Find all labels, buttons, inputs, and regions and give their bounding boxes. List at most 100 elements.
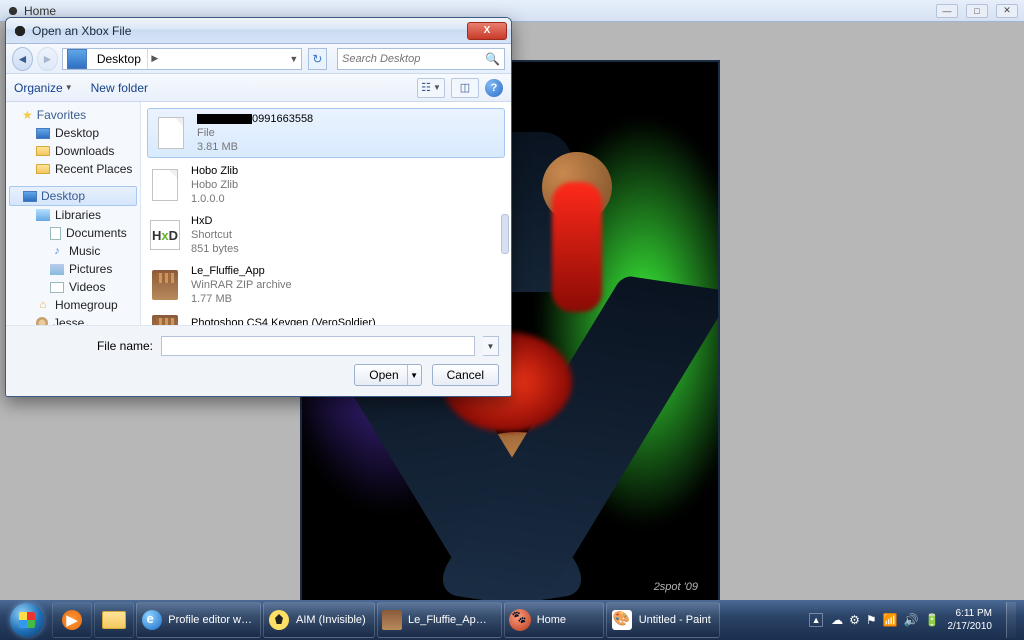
tray-network-icon[interactable]: 📶 <box>883 613 898 627</box>
folder-icon <box>36 164 50 174</box>
file-item[interactable]: 0991663558 File 3.81 MB <box>147 108 505 158</box>
document-icon <box>50 227 61 240</box>
file-type: WinRAR ZIP archive <box>191 278 292 292</box>
nav-back-button[interactable]: ◄ <box>12 47 33 71</box>
tray-flag-icon[interactable]: ⚑ <box>866 613 877 627</box>
taskbar-label: Home <box>537 614 566 626</box>
taskbar-item[interactable]: Home <box>504 602 604 638</box>
paw-app-icon <box>509 609 531 631</box>
scrollbar[interactable] <box>501 214 509 254</box>
sidebar-item-videos[interactable]: Videos <box>6 278 140 296</box>
search-input[interactable] <box>342 53 485 65</box>
pinned-wmp[interactable]: ▶ <box>52 602 92 638</box>
new-folder-button[interactable]: New folder <box>91 81 148 95</box>
sidebar-item-homegroup[interactable]: ⌂Homegroup <box>6 296 140 314</box>
taskbar-item[interactable]: Untitled - Paint <box>606 602 720 638</box>
organize-menu[interactable]: Organize ▼ <box>14 81 73 95</box>
parent-app-icon <box>6 4 20 18</box>
breadcrumb[interactable]: Desktop ▶ ▼ <box>62 48 302 70</box>
breadcrumb-dropdown-icon[interactable]: ▼ <box>287 54 301 64</box>
tray-overflow-button[interactable]: ▲ <box>809 613 823 627</box>
desktop-icon <box>67 49 87 69</box>
nav-forward-button[interactable]: ► <box>37 47 58 71</box>
sidebar-item-desktop-root[interactable]: Desktop <box>9 186 137 206</box>
system-tray: ▲ ☁ ⚙ ⚑ 📶 🔊 🔋 6:11 PM 2/17/2010 <box>809 602 1020 638</box>
taskbar-item[interactable]: Profile editor wil... <box>136 602 261 638</box>
taskbar-label: Profile editor wil... <box>168 614 252 626</box>
parent-close-button[interactable]: ✕ <box>996 4 1018 18</box>
file-size: 3.81 MB <box>197 140 313 154</box>
rar-icon <box>152 315 178 325</box>
tray-icon[interactable]: ☁ <box>831 613 843 627</box>
refresh-button[interactable]: ↻ <box>308 48 327 70</box>
dialog-paw-icon <box>12 23 28 39</box>
artwork-signature: 2spot '09 <box>654 581 698 593</box>
homegroup-icon: ⌂ <box>36 298 50 312</box>
parent-minimize-button[interactable]: — <box>936 4 958 18</box>
sidebar-item-desktop[interactable]: Desktop <box>6 124 140 142</box>
pinned-explorer[interactable] <box>94 602 134 638</box>
user-icon <box>36 317 48 325</box>
cancel-button[interactable]: Cancel <box>432 364 499 386</box>
navigation-sidebar: ★Favorites Desktop Downloads Recent Plac… <box>6 102 141 325</box>
sidebar-item-libraries[interactable]: Libraries <box>6 206 140 224</box>
star-icon: ★ <box>22 108 33 122</box>
caret-down-icon: ▼ <box>65 83 73 92</box>
sidebar-item-recent-places[interactable]: Recent Places <box>6 160 140 178</box>
open-dropdown-icon[interactable]: ▼ <box>407 365 421 385</box>
taskbar-item[interactable]: Le_Fluffie_App.z... <box>377 602 502 638</box>
rar-icon <box>152 270 178 300</box>
breadcrumb-arrow-icon[interactable]: ▶ <box>148 53 162 64</box>
search-box[interactable]: 🔍 <box>337 48 505 70</box>
start-button[interactable] <box>4 602 50 638</box>
view-mode-button[interactable]: ☷▼ <box>417 78 445 98</box>
show-desktop-button[interactable] <box>1006 602 1016 638</box>
taskbar-item[interactable]: AIM (Invisible) <box>263 602 375 638</box>
file-item[interactable]: HxD HxD Shortcut 851 bytes <box>141 210 511 260</box>
videos-icon <box>50 282 64 293</box>
file-item[interactable]: Hobo Zlib Hobo Zlib 1.0.0.0 <box>141 160 511 210</box>
file-size: 1.0.0.0 <box>191 192 238 206</box>
sidebar-item-documents[interactable]: Documents <box>6 224 140 242</box>
filename-input[interactable] <box>161 336 475 356</box>
dialog-close-button[interactable]: X <box>467 22 507 40</box>
media-player-icon: ▶ <box>62 610 82 630</box>
filename-dropdown-icon[interactable]: ▼ <box>483 336 499 356</box>
file-type: File <box>197 126 313 140</box>
pictures-icon <box>50 264 64 275</box>
taskbar-label: Untitled - Paint <box>639 614 711 626</box>
file-name: Hobo Zlib <box>191 164 238 178</box>
paint-icon <box>612 610 632 630</box>
help-button[interactable]: ? <box>485 79 503 97</box>
file-name: HxD <box>191 214 239 228</box>
dialog-title: Open an Xbox File <box>32 24 131 38</box>
parent-maximize-button[interactable]: □ <box>966 4 988 18</box>
file-item[interactable]: Photoshop CS4 Keygen (VeroSoldier) WinRA… <box>141 310 511 325</box>
open-button[interactable]: Open ▼ <box>354 364 421 386</box>
sidebar-item-music[interactable]: ♪Music <box>6 242 140 260</box>
file-size: 851 bytes <box>191 242 239 256</box>
file-icon <box>152 169 178 201</box>
search-icon[interactable]: 🔍 <box>485 52 500 66</box>
tray-battery-icon[interactable]: 🔋 <box>925 613 940 627</box>
file-list[interactable]: 0991663558 File 3.81 MB Hobo Zlib Hobo Z… <box>141 102 511 325</box>
tray-icons[interactable]: ☁ ⚙ ⚑ 📶 🔊 🔋 <box>831 613 939 627</box>
sidebar-item-pictures[interactable]: Pictures <box>6 260 140 278</box>
breadcrumb-location[interactable]: Desktop <box>91 49 148 69</box>
dialog-toolbar: Organize ▼ New folder ☷▼ ◫ ? <box>6 74 511 102</box>
sidebar-item-downloads[interactable]: Downloads <box>6 142 140 160</box>
tray-volume-icon[interactable]: 🔊 <box>904 613 919 627</box>
tray-icon[interactable]: ⚙ <box>849 613 860 627</box>
taskbar-label: Le_Fluffie_App.z... <box>408 614 493 626</box>
folder-icon <box>36 146 50 156</box>
taskbar-clock[interactable]: 6:11 PM 2/17/2010 <box>948 607 993 633</box>
sidebar-item-jesse[interactable]: Jesse <box>6 314 140 325</box>
preview-pane-button[interactable]: ◫ <box>451 78 479 98</box>
favorites-header[interactable]: ★Favorites <box>6 106 140 124</box>
new-folder-label: New folder <box>91 81 148 95</box>
file-icon <box>158 117 184 149</box>
dialog-titlebar[interactable]: Open an Xbox File X <box>6 18 511 44</box>
file-type: Shortcut <box>191 228 239 242</box>
dialog-footer: File name: ▼ Open ▼ Cancel <box>6 325 511 396</box>
file-item[interactable]: Le_Fluffie_App WinRAR ZIP archive 1.77 M… <box>141 260 511 310</box>
